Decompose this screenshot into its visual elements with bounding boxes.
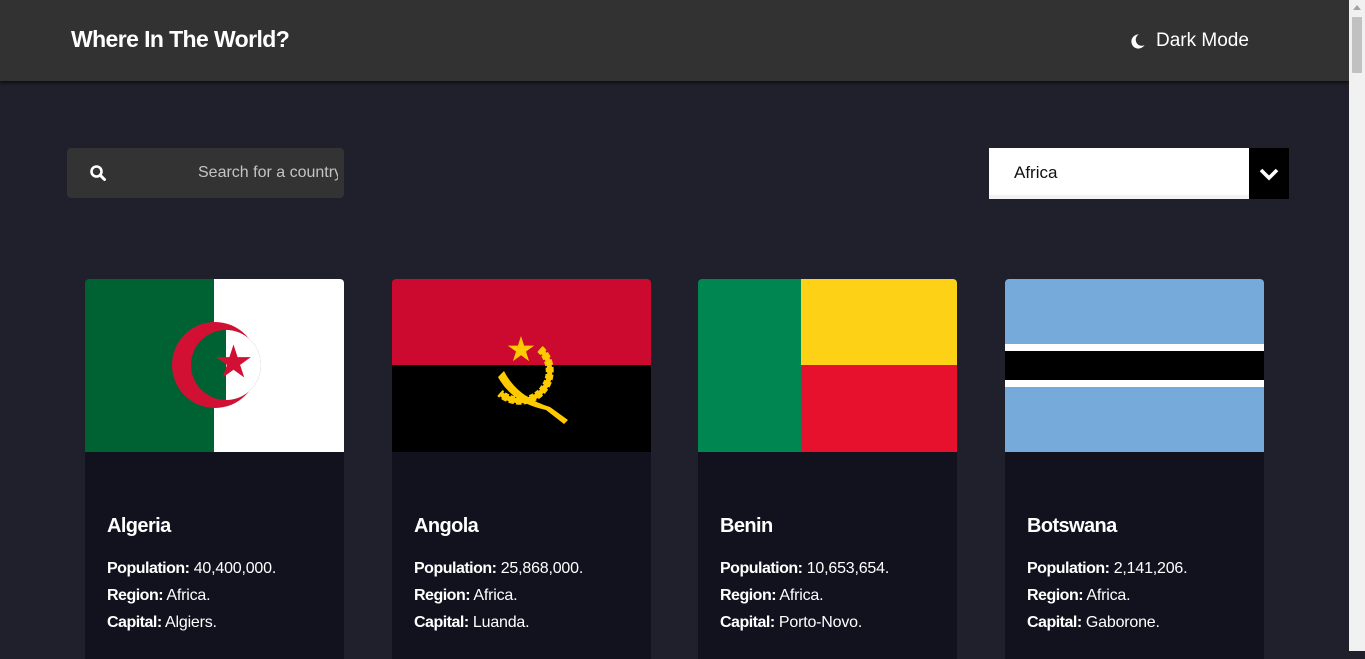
capital-value: Porto-Novo. (778, 614, 863, 631)
country-name: Botswana (1027, 515, 1117, 537)
capital-label: Capital: (720, 614, 775, 631)
app-title: Where In The World? (71, 26, 290, 52)
region-value: Africa. (779, 587, 824, 604)
capital-row: Capital: Gaborone. (1027, 614, 1160, 632)
search-box[interactable] (67, 148, 344, 198)
search-input[interactable] (198, 160, 338, 186)
dark-mode-toggle[interactable]: Dark Mode (1129, 28, 1249, 54)
region-selected-value: Africa (1014, 163, 1058, 182)
region-row: Region: Africa. (1027, 587, 1131, 605)
population-value: 10,653,654. (806, 560, 890, 577)
region-label: Region: (414, 587, 471, 604)
algeria-flag (85, 279, 344, 452)
chevron-down-icon (1259, 168, 1279, 181)
region-label: Region: (1027, 587, 1084, 604)
country-card-algeria[interactable]: Algeria Population: 40,400,000. Region: … (85, 279, 344, 659)
capital-row: Capital: Algiers. (107, 614, 217, 632)
scrollbar-thumb[interactable] (1352, 17, 1362, 73)
region-filter-select[interactable]: Africa (989, 148, 1289, 199)
region-row: Region: Africa. (720, 587, 824, 605)
moon-icon (1131, 33, 1145, 49)
capital-row: Capital: Porto-Novo. (720, 614, 862, 632)
region-select-underline (989, 195, 1249, 199)
capital-value: Algiers. (165, 614, 217, 631)
population-value: 2,141,206. (1113, 560, 1188, 577)
capital-value: Gaborone. (1085, 614, 1160, 631)
country-name: Benin (720, 515, 773, 537)
population-label: Population: (107, 560, 190, 577)
region-value: Africa. (1086, 587, 1131, 604)
population-label: Population: (720, 560, 803, 577)
region-value: Africa. (166, 587, 211, 604)
region-row: Region: Africa. (414, 587, 518, 605)
population-value: 25,868,000. (500, 560, 584, 577)
capital-label: Capital: (1027, 614, 1082, 631)
population-row: Population: 40,400,000. (107, 560, 276, 578)
vertical-scrollbar[interactable] (1349, 0, 1365, 651)
region-dropdown-button[interactable] (1249, 148, 1289, 199)
capital-value: Luanda. (472, 614, 530, 631)
search-icon (90, 165, 106, 181)
population-label: Population: (1027, 560, 1110, 577)
region-row: Region: Africa. (107, 587, 211, 605)
angola-flag (392, 279, 651, 452)
population-row: Population: 2,141,206. (1027, 560, 1188, 578)
country-card-benin[interactable]: Benin Population: 10,653,654. Region: Af… (698, 279, 957, 659)
region-label: Region: (107, 587, 164, 604)
country-name: Algeria (107, 515, 171, 537)
capital-row: Capital: Luanda. (414, 614, 530, 632)
country-card-botswana[interactable]: Botswana Population: 2,141,206. Region: … (1005, 279, 1264, 659)
dark-mode-label: Dark Mode (1156, 30, 1249, 51)
region-label: Region: (720, 587, 777, 604)
scroll-up-arrow-icon[interactable] (1353, 5, 1361, 10)
botswana-flag (1005, 279, 1264, 452)
capital-label: Capital: (414, 614, 469, 631)
population-label: Population: (414, 560, 497, 577)
population-value: 40,400,000. (193, 560, 277, 577)
capital-label: Capital: (107, 614, 162, 631)
country-name: Angola (414, 515, 479, 537)
population-row: Population: 25,868,000. (414, 560, 583, 578)
country-card-angola[interactable]: Angola Population: 25,868,000. Region: A… (392, 279, 651, 659)
population-row: Population: 10,653,654. (720, 560, 889, 578)
benin-flag (698, 279, 957, 452)
region-value: Africa. (473, 587, 518, 604)
app-header: Where In The World? Dark Mode (0, 0, 1349, 81)
